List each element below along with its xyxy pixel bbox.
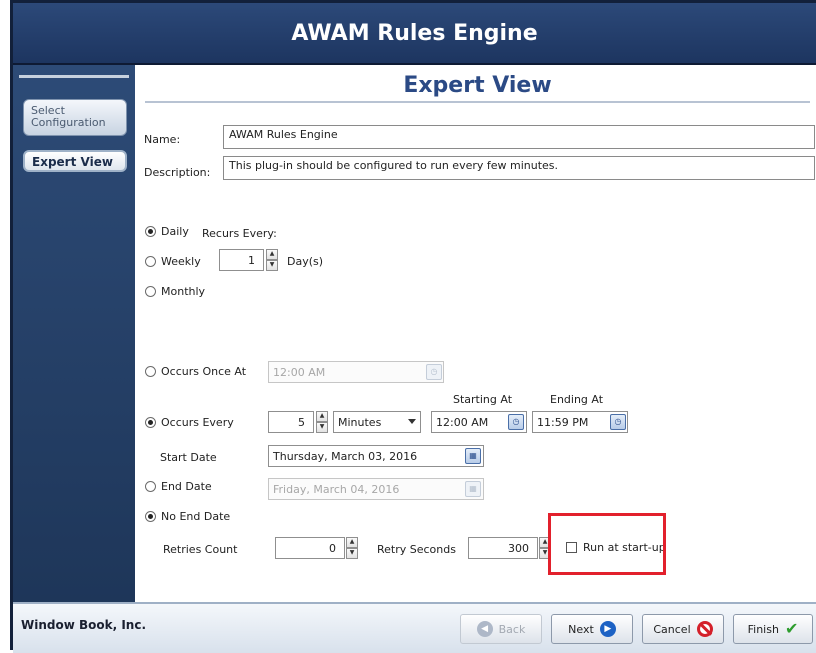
cancel-button-label: Cancel — [653, 622, 691, 636]
weekly-radio[interactable]: Weekly — [145, 255, 201, 268]
clock-icon[interactable]: ◷ — [610, 414, 626, 430]
occurs-every-label: Occurs Every — [161, 416, 234, 429]
occurs-every-radio[interactable]: Occurs Every — [145, 416, 234, 429]
wizard-footer: Window Book, Inc. ◀ Back Next ▶ Cancel F… — [13, 602, 816, 653]
start-date-label: Start Date — [160, 451, 217, 464]
daily-radio[interactable]: Daily — [145, 225, 189, 238]
name-label: Name: — [144, 133, 181, 146]
end-date-value: Friday, March 04, 2016 — [273, 482, 400, 496]
monthly-radio[interactable]: Monthly — [145, 285, 205, 298]
sidebar-item-expert-view[interactable]: Expert View — [23, 150, 127, 172]
no-end-date-radio-dot — [145, 511, 156, 522]
retry-seconds-value: 300 — [508, 541, 529, 555]
end-date-input: Friday, March 04, 2016 — [268, 478, 484, 500]
occurs-once-radio-dot — [145, 366, 156, 377]
occurs-every-spinner[interactable]: ▲ ▼ — [316, 411, 328, 433]
retries-count-spinner[interactable]: ▲ ▼ — [346, 537, 358, 559]
recurs-every-input[interactable]: 1 — [219, 249, 264, 271]
finish-button-label: Finish — [747, 622, 779, 636]
interval-unit-select[interactable]: Minutes — [333, 411, 421, 433]
end-date-radio[interactable]: End Date — [145, 480, 212, 493]
no-end-date-radio[interactable]: No End Date — [145, 510, 230, 523]
start-date-value: Thursday, March 03, 2016 — [273, 449, 418, 463]
daily-radio-label: Daily — [161, 225, 189, 238]
weekly-radio-dot — [145, 256, 156, 267]
occurs-once-label: Occurs Once At — [161, 365, 247, 378]
calendar-icon[interactable]: ▦ — [465, 448, 481, 464]
daily-radio-dot — [145, 226, 156, 237]
retry-seconds-label: Retry Seconds — [377, 543, 456, 556]
finish-button[interactable]: Finish ✔ — [733, 614, 813, 644]
calendar-icon: ▦ — [465, 481, 481, 497]
spin-down-icon[interactable]: ▼ — [346, 548, 358, 559]
monthly-radio-label: Monthly — [161, 285, 206, 298]
clock-icon[interactable]: ◷ — [508, 414, 524, 430]
no-end-date-label: No End Date — [161, 510, 231, 523]
next-button-label: Next — [568, 622, 594, 636]
recurs-every-value: 1 — [248, 253, 255, 267]
spin-up-icon[interactable]: ▲ — [316, 411, 328, 422]
starting-at-label: Starting At — [453, 393, 513, 406]
chevron-down-icon — [408, 419, 416, 424]
sidebar-item-select-configuration[interactable]: Select Configuration — [23, 99, 127, 136]
sidebar: Select Configuration Expert View — [13, 65, 135, 602]
company-name: Window Book, Inc. — [21, 618, 147, 632]
starting-at-value: 12:00 AM — [436, 415, 489, 429]
recurs-every-spinner[interactable]: ▲ ▼ — [266, 249, 278, 271]
occurs-once-radio[interactable]: Occurs Once At — [145, 365, 246, 378]
description-label: Description: — [144, 166, 211, 179]
cancel-button[interactable]: Cancel — [642, 614, 724, 644]
retry-seconds-input[interactable]: 300 — [468, 537, 538, 559]
wizard-window: AWAM Rules Engine Select Configuration E… — [10, 0, 816, 653]
occurs-once-time-value: 12:00 AM — [273, 365, 326, 379]
spin-up-icon[interactable]: ▲ — [266, 249, 278, 260]
occurs-every-radio-dot — [145, 417, 156, 428]
checkmark-icon: ✔ — [784, 619, 799, 638]
ending-at-value: 11:59 PM — [537, 415, 589, 429]
clock-icon: ◷ — [426, 364, 442, 380]
interval-unit-value: Minutes — [338, 415, 382, 429]
end-date-radio-dot — [145, 481, 156, 492]
ending-at-label: Ending At — [550, 393, 604, 406]
occurs-once-time-input: 12:00 AM — [268, 361, 444, 383]
back-arrow-icon: ◀ — [476, 621, 493, 637]
spin-down-icon[interactable]: ▼ — [316, 422, 328, 433]
occurs-every-value: 5 — [298, 415, 305, 429]
red-highlight-box — [548, 513, 666, 575]
page-title: Expert View — [145, 73, 810, 103]
sidebar-divider — [19, 75, 129, 78]
cancel-icon — [696, 621, 713, 637]
next-button[interactable]: Next ▶ — [551, 614, 633, 644]
monthly-radio-dot — [145, 286, 156, 297]
name-input[interactable]: AWAM Rules Engine — [223, 125, 815, 149]
retries-count-label: Retries Count — [163, 543, 238, 556]
spin-down-icon[interactable]: ▼ — [266, 260, 278, 271]
window-title: AWAM Rules Engine — [13, 3, 816, 65]
retries-count-value: 0 — [329, 541, 336, 555]
description-input[interactable]: This plug-in should be configured to run… — [223, 156, 815, 180]
recurs-every-label: Recurs Every: — [202, 227, 277, 240]
start-date-input[interactable]: Thursday, March 03, 2016 — [268, 445, 484, 467]
back-button[interactable]: ◀ Back — [460, 614, 542, 644]
back-button-label: Back — [498, 622, 526, 636]
main-panel: Expert View Name: AWAM Rules Engine Desc… — [135, 65, 816, 602]
weekly-radio-label: Weekly — [161, 255, 201, 268]
retries-count-input[interactable]: 0 — [275, 537, 345, 559]
spin-up-icon[interactable]: ▲ — [346, 537, 358, 548]
occurs-every-input[interactable]: 5 — [268, 411, 314, 433]
next-arrow-icon: ▶ — [599, 621, 616, 637]
days-unit-label: Day(s) — [287, 255, 324, 268]
end-date-label: End Date — [161, 480, 212, 493]
